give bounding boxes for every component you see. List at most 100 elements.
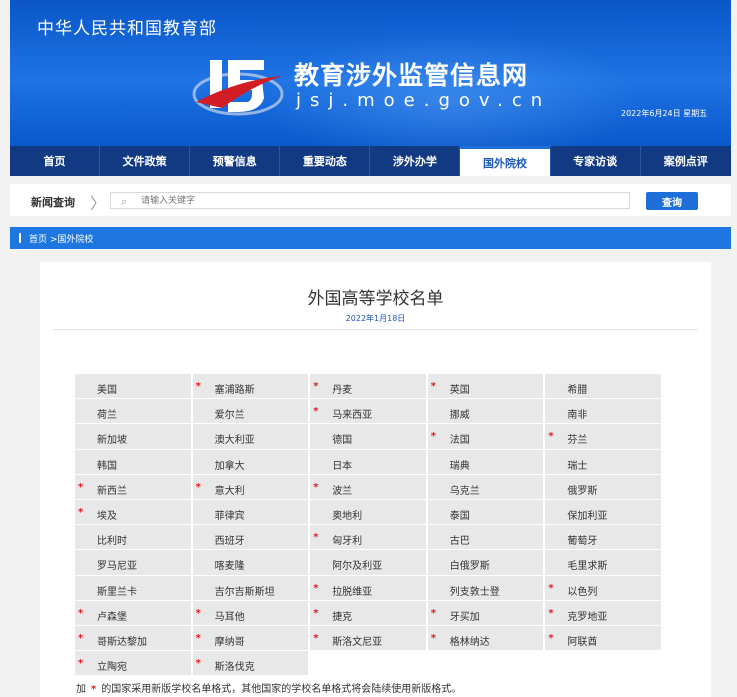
country-name[interactable]: 俄罗斯 xyxy=(567,482,597,497)
country-cell[interactable]: * 丹麦 xyxy=(310,374,428,400)
country-cell[interactable]: * 法国 xyxy=(427,424,546,450)
country-cell[interactable]: 荷兰 xyxy=(75,399,193,425)
country-cell[interactable]: * 马耳他 xyxy=(192,600,311,626)
breadcrumb-text[interactable]: 首页 >国外院校 xyxy=(29,232,93,245)
country-cell[interactable]: 阿尔及利亚 xyxy=(310,550,428,576)
country-name[interactable]: 拉脱维亚 xyxy=(332,583,372,598)
country-name[interactable]: 列支敦士登 xyxy=(450,583,500,598)
country-name[interactable]: 丹麦 xyxy=(332,381,352,396)
country-name[interactable]: 荷兰 xyxy=(97,406,117,421)
country-cell[interactable]: 瑞典 xyxy=(427,449,546,475)
country-name[interactable]: 比利时 xyxy=(97,532,127,547)
country-name[interactable]: 克罗地亚 xyxy=(567,608,607,623)
country-cell[interactable]: 比利时 xyxy=(75,525,193,551)
country-cell[interactable]: * 卢森堡 xyxy=(75,600,193,626)
country-cell[interactable]: * 芬兰 xyxy=(545,424,663,450)
country-name[interactable]: 芬兰 xyxy=(567,431,587,446)
country-cell[interactable]: 菲律宾 xyxy=(192,499,311,526)
country-name[interactable]: 瑞典 xyxy=(450,457,470,472)
country-name[interactable]: 波兰 xyxy=(332,482,352,497)
country-name[interactable]: 摩纳哥 xyxy=(215,633,245,648)
country-cell[interactable]: 葡萄牙 xyxy=(545,525,663,551)
ministry-name[interactable]: 中华人民共和国教育部 xyxy=(37,14,217,39)
country-name[interactable]: 毛里求斯 xyxy=(567,557,607,572)
country-name[interactable]: 瑞士 xyxy=(567,457,587,472)
country-name[interactable]: 新西兰 xyxy=(97,482,127,497)
country-cell[interactable]: * 立陶宛 xyxy=(75,651,193,677)
country-cell[interactable]: 毛里求斯 xyxy=(545,550,663,576)
country-cell[interactable]: 古巴 xyxy=(427,525,546,551)
country-cell[interactable]: * 斯洛伐克 xyxy=(192,651,311,677)
country-cell[interactable]: * 阿联酋 xyxy=(545,625,663,652)
country-cell[interactable]: * 意大利 xyxy=(192,474,311,500)
country-name[interactable]: 匈牙利 xyxy=(332,532,362,547)
nav-item[interactable]: 案例点评 xyxy=(641,146,731,176)
nav-item[interactable]: 专家访谈 xyxy=(551,146,641,176)
country-name[interactable]: 罗马尼亚 xyxy=(97,557,137,572)
country-name[interactable]: 捷克 xyxy=(332,608,352,623)
country-cell[interactable]: * 以色列 xyxy=(545,575,663,601)
country-cell[interactable]: 南非 xyxy=(545,399,663,425)
country-name[interactable]: 意大利 xyxy=(215,482,245,497)
country-name[interactable]: 南非 xyxy=(567,406,587,421)
country-cell[interactable]: 澳大利亚 xyxy=(192,424,311,450)
country-cell[interactable]: * 克罗地亚 xyxy=(545,600,663,626)
country-cell[interactable]: 泰国 xyxy=(427,499,546,526)
country-name[interactable]: 德国 xyxy=(332,431,352,446)
search-box[interactable]: ⌕ xyxy=(110,192,630,209)
search-button[interactable]: 查询 xyxy=(646,192,698,210)
country-name[interactable]: 以色列 xyxy=(567,583,597,598)
nav-item[interactable]: 涉外办学 xyxy=(370,146,461,176)
country-name[interactable]: 澳大利亚 xyxy=(215,431,255,446)
country-cell[interactable]: 白俄罗斯 xyxy=(427,550,546,576)
country-cell[interactable]: * 波兰 xyxy=(310,474,428,500)
search-input[interactable] xyxy=(141,193,621,208)
country-name[interactable]: 立陶宛 xyxy=(97,658,127,673)
country-name[interactable]: 古巴 xyxy=(450,532,470,547)
country-name[interactable]: 菲律宾 xyxy=(215,507,245,522)
country-cell[interactable]: * 哥斯达黎加 xyxy=(75,625,193,652)
country-cell[interactable]: 吉尔吉斯斯坦 xyxy=(192,575,311,601)
country-name[interactable]: 韩国 xyxy=(97,457,117,472)
country-name[interactable]: 保加利亚 xyxy=(567,507,607,522)
country-cell[interactable]: * 格林纳达 xyxy=(427,625,546,652)
country-cell[interactable]: * 马来西亚 xyxy=(310,399,428,425)
country-name[interactable]: 乌克兰 xyxy=(450,482,480,497)
country-name[interactable]: 斯洛伐克 xyxy=(215,658,255,673)
country-name[interactable]: 日本 xyxy=(332,457,352,472)
country-name[interactable]: 葡萄牙 xyxy=(567,532,597,547)
country-cell[interactable]: 挪威 xyxy=(427,399,546,425)
country-name[interactable]: 阿尔及利亚 xyxy=(332,557,382,572)
nav-item[interactable]: 重要动态 xyxy=(280,146,371,176)
country-name[interactable]: 马来西亚 xyxy=(332,406,372,421)
nav-item[interactable]: 预警信息 xyxy=(190,146,281,176)
country-name[interactable]: 喀麦隆 xyxy=(215,557,245,572)
country-cell[interactable]: * 牙买加 xyxy=(427,600,546,626)
country-name[interactable]: 西班牙 xyxy=(215,532,245,547)
country-cell[interactable]: 韩国 xyxy=(75,449,193,475)
country-cell[interactable]: * 英国 xyxy=(427,374,546,400)
country-name[interactable]: 法国 xyxy=(450,431,470,446)
country-cell[interactable]: * 塞浦路斯 xyxy=(192,374,311,400)
country-name[interactable]: 美国 xyxy=(97,381,117,396)
country-name[interactable]: 英国 xyxy=(450,381,470,396)
country-cell[interactable]: 德国 xyxy=(310,424,428,450)
country-cell[interactable]: 喀麦隆 xyxy=(192,550,311,576)
country-cell[interactable]: 保加利亚 xyxy=(545,499,663,526)
country-name[interactable]: 挪威 xyxy=(450,406,470,421)
country-cell[interactable]: 美国 xyxy=(75,374,193,400)
country-cell[interactable]: 斯里兰卡 xyxy=(75,575,193,601)
country-cell[interactable]: * 拉脱维亚 xyxy=(310,575,428,601)
country-cell[interactable]: 俄罗斯 xyxy=(545,474,663,500)
site-logo-icon[interactable] xyxy=(192,50,284,124)
nav-item[interactable]: 文件政策 xyxy=(100,146,191,176)
country-cell[interactable]: 西班牙 xyxy=(192,525,311,551)
country-name[interactable]: 吉尔吉斯斯坦 xyxy=(215,583,275,598)
country-cell[interactable]: * 新西兰 xyxy=(75,474,193,500)
country-name[interactable]: 格林纳达 xyxy=(450,633,490,648)
country-name[interactable]: 奥地利 xyxy=(332,507,362,522)
country-name[interactable]: 斯洛文尼亚 xyxy=(332,633,382,648)
site-title[interactable]: 教育涉外监管信息网 xyxy=(294,56,528,92)
country-cell[interactable]: 加拿大 xyxy=(192,449,311,475)
country-name[interactable]: 埃及 xyxy=(97,507,117,522)
